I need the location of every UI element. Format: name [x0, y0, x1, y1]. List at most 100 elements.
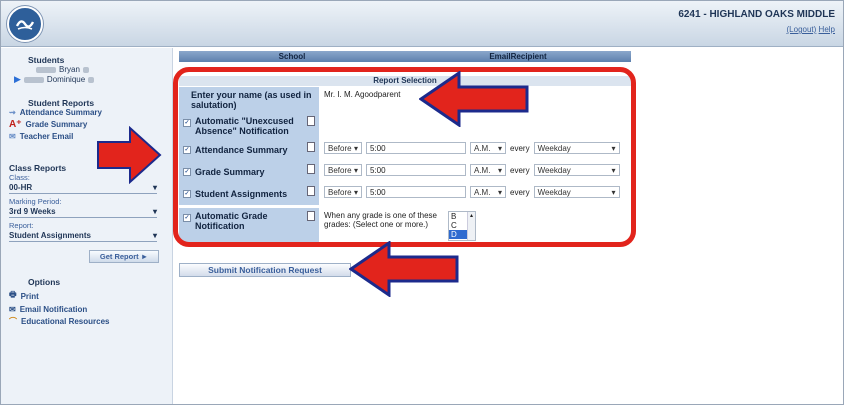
report-teacher-email[interactable]: ✉ Teacher Email	[9, 132, 102, 141]
class-label: Class:	[9, 173, 30, 182]
logout-link[interactable]: (Logout)	[787, 25, 817, 34]
help-link[interactable]: Help	[819, 25, 835, 34]
ampm-select[interactable]: A.M. ▾	[470, 186, 506, 198]
chevron-down-icon: ▾	[353, 143, 358, 153]
every-label: every	[510, 143, 530, 153]
grade-listbox[interactable]: B C D ▴	[448, 211, 476, 241]
chevron-down-icon: ▾	[152, 183, 157, 192]
unexcused-row: ✓ Automatic "Unexcused Absence" Notificat…	[179, 113, 631, 139]
chevron-down-icon: ▾	[497, 143, 502, 153]
report-label: Report:	[9, 221, 34, 230]
get-report-button[interactable]: Get Report ►	[89, 250, 159, 263]
sidebar: Students Bryan ▶ Dominique Student Report…	[1, 48, 173, 404]
attendance-icon: ⇝	[9, 108, 16, 117]
grade-notification-row: ✓ Automatic Grade Notification When any g…	[179, 208, 631, 244]
frequency-select[interactable]: Weekday ▾	[533, 164, 620, 176]
report-select[interactable]: Student Assignments ▾	[9, 230, 157, 242]
class-select[interactable]: 00-HR ▾	[9, 182, 157, 194]
name-label: Enter your name (as used in salutation)	[179, 87, 319, 113]
document-icon[interactable]	[307, 186, 315, 196]
class-reports-title: Class Reports	[9, 163, 67, 173]
app-window: 6241 - HIGHLAND OAKS MIDDLE (Logout) Hel…	[0, 0, 844, 405]
document-icon[interactable]	[307, 164, 315, 174]
chevron-down-icon: ▾	[353, 187, 358, 197]
attendance-label: Attendance Summary	[195, 145, 288, 155]
grade-option-selected[interactable]: D	[449, 230, 467, 239]
class-reports-section: Class Reports Class: 00-HR ▾ Marking Peri…	[9, 163, 157, 242]
students-title: Students	[28, 55, 65, 65]
chevron-down-icon: ▾	[497, 165, 502, 175]
ampm-select[interactable]: A.M. ▾	[470, 142, 506, 154]
report-attendance-summary[interactable]: ⇝ Attendance Summary	[9, 108, 102, 117]
header-links: (Logout) Help	[787, 25, 835, 34]
table-header: School EmailRecipient	[179, 51, 631, 62]
frequency-select[interactable]: Weekday ▾	[533, 186, 620, 198]
submit-notification-button[interactable]: Submit Notification Request	[179, 263, 351, 277]
period-label: Marking Period:	[9, 197, 62, 206]
time-input[interactable]: 5:00	[366, 186, 466, 198]
students-section: Students Bryan ▶ Dominique	[14, 55, 95, 85]
options-section: Options 🖶 Print ✉ Email Notification ⌒ Educ…	[9, 277, 109, 327]
report-selection-header: Report Selection	[179, 76, 631, 86]
frequency-select[interactable]: Weekday ▾	[533, 142, 620, 154]
grade-option[interactable]: C	[449, 221, 467, 230]
when-select[interactable]: Before ▾	[324, 164, 362, 176]
grade-notification-label: Automatic Grade Notification	[195, 211, 268, 231]
col-email-recipient: EmailRecipient	[489, 52, 547, 61]
arrow-left-icon	[349, 241, 459, 297]
unexcused-label: Automatic "Unexcused Absence" Notificati…	[195, 116, 294, 136]
document-icon[interactable]	[307, 211, 315, 221]
student-reports-section: Student Reports	[28, 98, 94, 108]
time-input[interactable]: 5:00	[366, 142, 466, 154]
option-print[interactable]: 🖶 Print	[9, 289, 109, 303]
grade-summary-label: Grade Summary	[195, 167, 265, 177]
recipient-table: School EmailRecipient	[179, 51, 631, 62]
option-educational-resources[interactable]: ⌒ Educational Resources	[9, 316, 109, 327]
every-label: every	[510, 165, 530, 175]
name-row: Enter your name (as used in salutation) …	[179, 87, 631, 113]
chevron-down-icon: ▾	[353, 165, 358, 175]
grade-option[interactable]: B	[449, 212, 467, 221]
district-logo	[7, 6, 43, 42]
blurred-name	[36, 66, 56, 73]
email-icon: ✉	[9, 132, 16, 141]
student-item-selected[interactable]: ▶ Dominique	[14, 74, 95, 85]
grade-instructions: When any grade is one of these grades: (…	[324, 211, 437, 229]
chevron-down-icon: ▾	[611, 187, 616, 197]
selected-arrow-icon: ▶	[14, 74, 21, 84]
resources-icon: ⌒	[9, 317, 17, 326]
document-icon[interactable]	[307, 142, 315, 152]
assignments-label: Student Assignments	[195, 189, 288, 199]
name-input[interactable]: Mr. I. M. Agoodparent	[324, 90, 400, 99]
col-school: School	[278, 52, 306, 61]
chevron-down-icon: ▾	[611, 143, 616, 153]
student-reports-title: Student Reports	[28, 98, 95, 108]
time-input[interactable]: 5:00	[366, 164, 466, 176]
grade-summary-checkbox[interactable]: ✓	[183, 168, 191, 176]
ampm-select[interactable]: A.M. ▾	[470, 164, 506, 176]
options-title: Options	[28, 277, 61, 287]
schedule-row: ✓ Attendance Summary Before ▾ 5:00 A.M. ▾ e…	[179, 139, 631, 161]
student-reports-list: ⇝ Attendance Summary A⁺ Grade Summary ✉ Tea…	[9, 108, 102, 141]
report-grade-summary[interactable]: A⁺ Grade Summary	[9, 119, 102, 130]
grade-notification-checkbox[interactable]: ✓	[183, 214, 191, 222]
schedule-row: ✓ Grade Summary Before ▾ 5:00 A.M. ▾ every …	[179, 161, 631, 183]
schedule-row: ✓ Student Assignments Before ▾ 5:00 A.M. ▾ …	[179, 183, 631, 205]
header-bar: 6241 - HIGHLAND OAKS MIDDLE (Logout) Hel…	[1, 1, 843, 47]
email-icon: ✉	[9, 305, 16, 314]
when-select[interactable]: Before ▾	[324, 186, 362, 198]
document-icon[interactable]	[307, 116, 315, 126]
option-email-notification[interactable]: ✉ Email Notification	[9, 305, 109, 314]
attendance-checkbox[interactable]: ✓	[183, 146, 191, 154]
print-icon: 🖶	[9, 290, 17, 299]
chevron-down-icon: ▾	[152, 231, 157, 240]
student-item[interactable]: Bryan	[36, 65, 94, 74]
chevron-down-icon: ▾	[497, 187, 502, 197]
unexcused-checkbox[interactable]: ✓	[183, 119, 191, 127]
listbox-scrollbar[interactable]: ▴	[467, 212, 475, 240]
marking-period-select[interactable]: 3rd 9 Weeks ▾	[9, 206, 157, 218]
assignments-checkbox[interactable]: ✓	[183, 190, 191, 198]
school-name: 6241 - HIGHLAND OAKS MIDDLE	[678, 9, 835, 20]
every-label: every	[510, 187, 530, 197]
when-select[interactable]: Before ▾	[324, 142, 362, 154]
